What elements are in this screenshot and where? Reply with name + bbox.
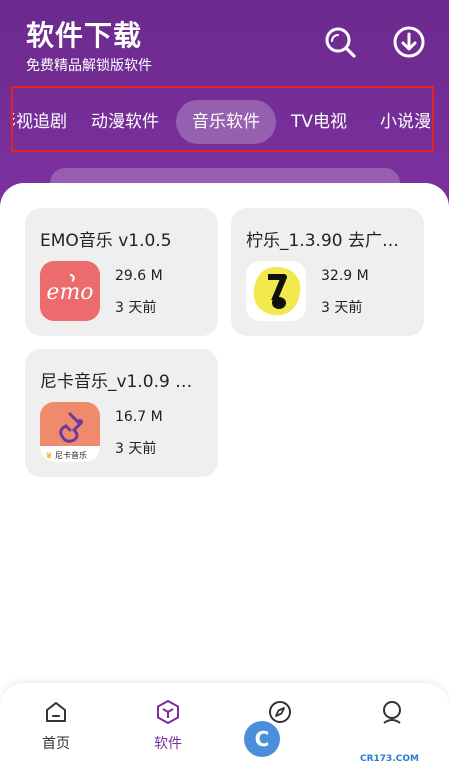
nav-label: 首页	[42, 736, 70, 752]
app-list: EMO音乐 v1.0.5 emo 29.6 M 3 天前 柠乐_1.3.90 去…	[0, 183, 449, 768]
watermark-logo: C 西西软件园 CR173.COM	[240, 712, 445, 764]
app-card[interactable]: 尼卡音乐_v1.0.9 去广告版 尼卡音乐 ♛ 16.7 M 3 天前	[25, 349, 218, 477]
app-title: EMO音乐 v1.0.5	[40, 231, 172, 251]
nav-label: 软件	[154, 736, 182, 752]
emo-app-icon: emo	[40, 261, 100, 321]
ningle-app-icon	[246, 261, 306, 321]
category-tabs: 影视追剧 动漫软件 音乐软件 TV电视 小说漫画	[11, 86, 434, 152]
app-updated-time: 3 天前	[321, 300, 363, 316]
nav-software[interactable]: 软件	[138, 699, 198, 753]
svg-text:emo: emo	[46, 280, 93, 305]
app-updated-time: 3 天前	[115, 300, 157, 316]
header: 软件下载 免费精品解锁版软件 影视追剧 动漫软件 音乐软件 TV电视 小说漫画	[0, 0, 449, 200]
svg-text:西西软件园: 西西软件园	[285, 726, 405, 754]
app-card[interactable]: EMO音乐 v1.0.5 emo 29.6 M 3 天前	[25, 208, 218, 336]
page-subtitle: 免费精品解锁版软件	[26, 58, 152, 74]
app-title: 柠乐_1.3.90 去广告版	[246, 231, 414, 251]
app-title: 尼卡音乐_v1.0.9 去广告版	[40, 372, 208, 392]
app-size: 32.9 M	[321, 268, 369, 284]
tab-music[interactable]: 音乐软件	[176, 100, 276, 144]
svg-text:♛: ♛	[45, 451, 52, 460]
app-card[interactable]: 柠乐_1.3.90 去广告版 32.9 M 3 天前	[231, 208, 424, 336]
svg-text:尼卡音乐: 尼卡音乐	[55, 450, 87, 460]
box-icon	[157, 700, 179, 724]
app-size: 29.6 M	[115, 268, 163, 284]
search-icon[interactable]	[322, 24, 358, 60]
nika-app-icon: 尼卡音乐 ♛	[40, 402, 100, 462]
download-icon[interactable]	[391, 24, 427, 60]
tab-tv[interactable]: TV电视	[291, 100, 347, 144]
home-icon	[46, 702, 66, 722]
tab-tv-series[interactable]: 影视追剧	[13, 100, 67, 144]
app-updated-time: 3 天前	[115, 441, 157, 457]
app-size: 16.7 M	[115, 409, 163, 425]
tab-novels-comics[interactable]: 小说漫画	[380, 100, 432, 144]
tab-anime[interactable]: 动漫软件	[91, 100, 159, 144]
svg-text:C: C	[255, 727, 270, 751]
nav-home[interactable]: 首页	[26, 699, 86, 753]
page-title: 软件下载	[26, 19, 143, 52]
svg-text:CR173.COM: CR173.COM	[360, 754, 419, 764]
